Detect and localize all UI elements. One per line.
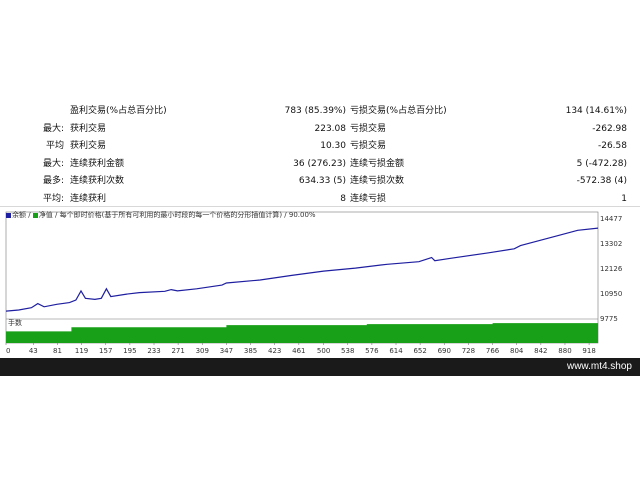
x-tick-label: 500 [317,347,330,355]
legend-balance: 余额 [12,211,26,219]
y-tick-label: 12126 [600,265,623,273]
x-tick-label: 690 [438,347,451,355]
footer-site[interactable]: www.mt4.shop [567,361,632,372]
x-tick-label: 804 [510,347,524,355]
x-tick-label: 0 [6,347,10,355]
x-tick-label: 728 [462,347,475,355]
x-tick-label: 423 [268,347,281,355]
chart-legend: 余额 / 净值 / 每个即时价格(基于所有可利用的最小时段的每一个价格的分形插值… [6,211,316,220]
x-tick-label: 195 [123,347,136,355]
x-tick-label: 271 [171,347,184,355]
y-tick-label: 9775 [600,315,618,323]
equity-swatch [32,212,38,218]
volume-label: 手数 [8,318,22,327]
volume-area [6,323,598,343]
x-tick-label: 157 [99,347,112,355]
y-tick-label: 14477 [600,215,622,223]
x-tick-label: 538 [341,347,354,355]
balance-chart: 14477 13302 12126 10950 9775 0 43 81 119 157 195 23… [5,211,623,355]
x-tick-label: 614 [389,347,403,355]
footer-bar: www.mt4.shop [0,358,640,376]
x-tick-label: 918 [582,347,595,355]
x-tick-label: 461 [292,347,305,355]
balance-swatch [6,212,11,218]
x-tick-label: 766 [486,347,500,355]
x-tick-label: 652 [413,347,426,355]
balance-line [5,227,599,312]
x-tick-label: 385 [244,347,257,355]
x-tick-label: 43 [29,347,38,355]
x-tick-label: 119 [75,347,88,355]
x-tick-label: 233 [147,347,160,355]
y-tick-label: 10950 [600,290,622,298]
x-tick-label: 347 [220,347,233,355]
y-tick-label: 13302 [600,240,622,248]
legend-text: 每个即时价格(基于所有可利用的最小时段的每一个价格的分形插值计算) / 90.0… [59,211,316,219]
x-tick-label: 880 [558,347,571,355]
x-tick-label: 309 [196,347,209,355]
x-tick-label: 842 [534,347,547,355]
legend-equity: 净值 [38,211,53,219]
x-tick-label: 81 [53,347,62,355]
x-tick-label: 576 [365,347,379,355]
